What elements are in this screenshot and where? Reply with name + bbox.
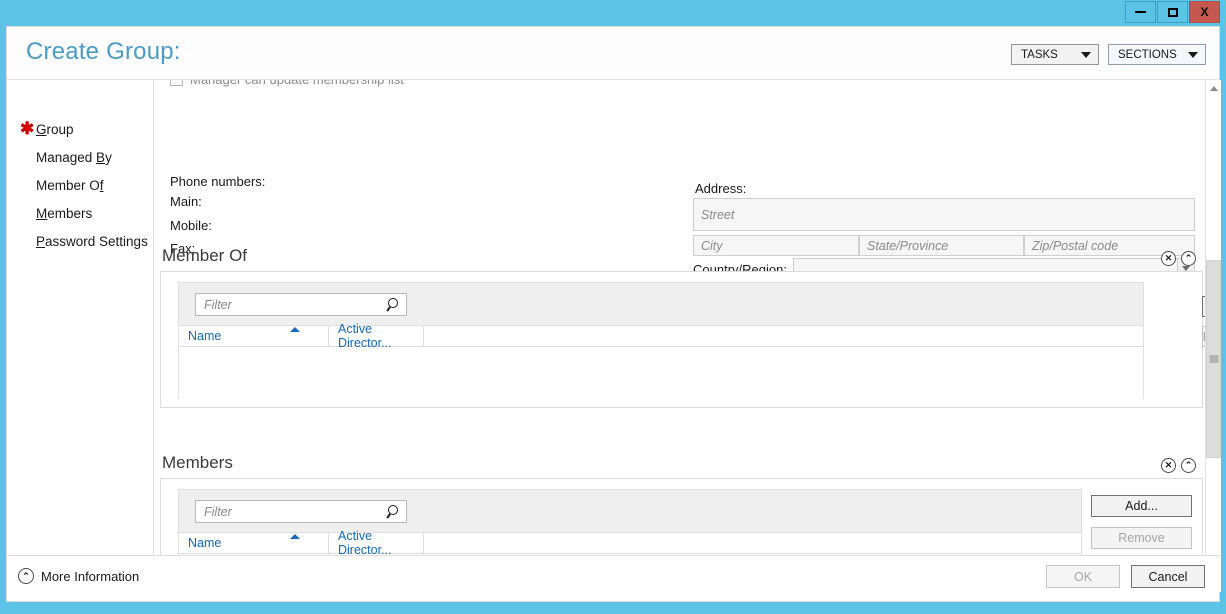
- scrollbar-thumb[interactable]: [1206, 260, 1221, 458]
- checkbox-icon[interactable]: [170, 80, 183, 86]
- sidebar-item-group[interactable]: ✱ Group: [7, 115, 153, 143]
- chevron-up-icon: ⌃: [18, 568, 34, 584]
- sidebar-item-label: Managed By: [36, 149, 112, 165]
- close-icon: X: [1200, 5, 1209, 19]
- member-of-section-controls: ✕ ⌃: [1161, 251, 1196, 266]
- sidebar-item-managed-by[interactable]: Managed By: [7, 143, 153, 171]
- manager-update-membership-row[interactable]: Manager can update membership list: [170, 80, 404, 87]
- member-of-filter-input[interactable]: Filter: [195, 293, 407, 316]
- sort-ascending-icon: [290, 534, 300, 539]
- page-title: Create Group:: [26, 38, 181, 65]
- search-icon[interactable]: [387, 505, 400, 518]
- members-filter-input[interactable]: Filter: [195, 500, 407, 523]
- maximize-button[interactable]: [1157, 1, 1188, 23]
- member-of-column-headers: Name Active Director...: [179, 322, 1143, 350]
- members-column-name[interactable]: Name: [179, 533, 329, 553]
- window-controls: X: [1125, 1, 1220, 23]
- maximize-icon: [1167, 7, 1178, 17]
- address-label: Address:: [695, 181, 747, 196]
- search-icon[interactable]: [387, 298, 400, 311]
- sections-dropdown-button[interactable]: SECTIONS: [1108, 44, 1206, 65]
- sidebar-item-members[interactable]: Members: [7, 199, 153, 227]
- column-label: Active Director...: [338, 322, 392, 350]
- filter-placeholder-text: Filter: [204, 504, 232, 519]
- content-pane: Manager can update membership list Phone…: [155, 80, 1205, 592]
- grip-icon: [1209, 355, 1218, 363]
- minimize-icon: [1135, 11, 1146, 13]
- create-group-dialog: Create Group: TASKS SECTIONS ✱ Group Man…: [6, 26, 1221, 602]
- more-information-toggle[interactable]: ⌃ More Information: [18, 568, 139, 584]
- more-information-label: More Information: [41, 568, 140, 584]
- minimize-button[interactable]: [1125, 1, 1156, 23]
- tasks-dropdown-button[interactable]: TASKS: [1011, 44, 1099, 65]
- navigation-sidebar: ✱ Group Managed By Member Of Members Pas…: [7, 80, 154, 592]
- sidebar-item-password-settings[interactable]: Password Settings: [7, 227, 153, 255]
- close-section-icon[interactable]: ✕: [1161, 458, 1176, 473]
- members-section-controls: ✕ ⌃: [1161, 458, 1196, 473]
- sidebar-item-label: Members: [36, 205, 93, 221]
- member-of-filter-strip: Filter: [179, 283, 1143, 326]
- phone-numbers-label: Phone numbers:: [170, 174, 266, 189]
- dialog-footer: ⌃ More Information OK Cancel: [7, 555, 1219, 601]
- application-window: X Create Group: TASKS SECTIONS ✱ Group M…: [0, 0, 1226, 614]
- sidebar-item-label: Password Settings: [36, 233, 148, 249]
- member-of-rows: [179, 347, 1143, 399]
- members-title: Members: [162, 453, 233, 472]
- chevron-down-icon: [1081, 51, 1091, 58]
- members-remove-button[interactable]: Remove: [1091, 527, 1192, 549]
- title-bar: X: [0, 0, 1226, 26]
- tasks-label: TASKS: [1021, 48, 1058, 61]
- content-scrollbar[interactable]: [1205, 80, 1221, 592]
- member-of-column-active-directory[interactable]: Active Director...: [329, 322, 424, 350]
- members-buttons: Add... Remove: [1091, 495, 1192, 549]
- members-column-headers: Name Active Director...: [179, 529, 1081, 557]
- main-phone-label: Main:: [170, 194, 202, 209]
- close-button[interactable]: X: [1189, 1, 1220, 23]
- column-label: Active Director...: [338, 529, 392, 557]
- member-of-list: Filter Name Active Director...: [178, 282, 1144, 399]
- member-of-column-name[interactable]: Name: [179, 326, 329, 346]
- state-province-field[interactable]: State/Province: [859, 235, 1024, 256]
- filter-placeholder-text: Filter: [204, 297, 232, 312]
- ok-button[interactable]: OK: [1046, 565, 1120, 588]
- mobile-phone-label: Mobile:: [170, 218, 212, 233]
- cancel-button[interactable]: Cancel: [1131, 565, 1205, 588]
- members-column-active-directory[interactable]: Active Director...: [329, 529, 424, 557]
- group-details-form: Manager can update membership list Phone…: [155, 80, 1205, 279]
- chevron-down-icon: [1188, 51, 1198, 58]
- member-of-title: Member Of: [162, 246, 248, 265]
- header-button-group: TASKS SECTIONS: [1011, 44, 1206, 65]
- collapse-section-icon[interactable]: ⌃: [1181, 458, 1196, 473]
- column-label: Name: [188, 329, 222, 343]
- sort-ascending-icon: [290, 327, 300, 332]
- members-add-button[interactable]: Add...: [1091, 495, 1192, 517]
- street-field[interactable]: Street: [693, 198, 1195, 231]
- member-of-panel: Filter Name Active Director...: [160, 271, 1205, 408]
- collapse-section-icon[interactable]: ⌃: [1181, 251, 1196, 266]
- close-section-icon[interactable]: ✕: [1161, 251, 1176, 266]
- city-field[interactable]: City: [693, 235, 859, 256]
- manager-update-membership-label: Manager can update membership list: [190, 80, 404, 87]
- dialog-header: Create Group: TASKS SECTIONS: [7, 27, 1219, 80]
- scroll-up-button[interactable]: [1206, 80, 1221, 97]
- footer-button-group: OK Cancel: [1046, 565, 1205, 588]
- sidebar-item-member-of[interactable]: Member Of: [7, 171, 153, 199]
- required-asterisk-icon: ✱: [20, 119, 35, 139]
- sidebar-item-label: Member Of: [36, 177, 104, 193]
- members-filter-strip: Filter: [179, 490, 1081, 533]
- column-label: Name: [188, 536, 222, 550]
- sidebar-item-label: Group: [36, 121, 74, 137]
- chevron-up-icon: [1209, 86, 1218, 91]
- sections-label: SECTIONS: [1118, 48, 1177, 61]
